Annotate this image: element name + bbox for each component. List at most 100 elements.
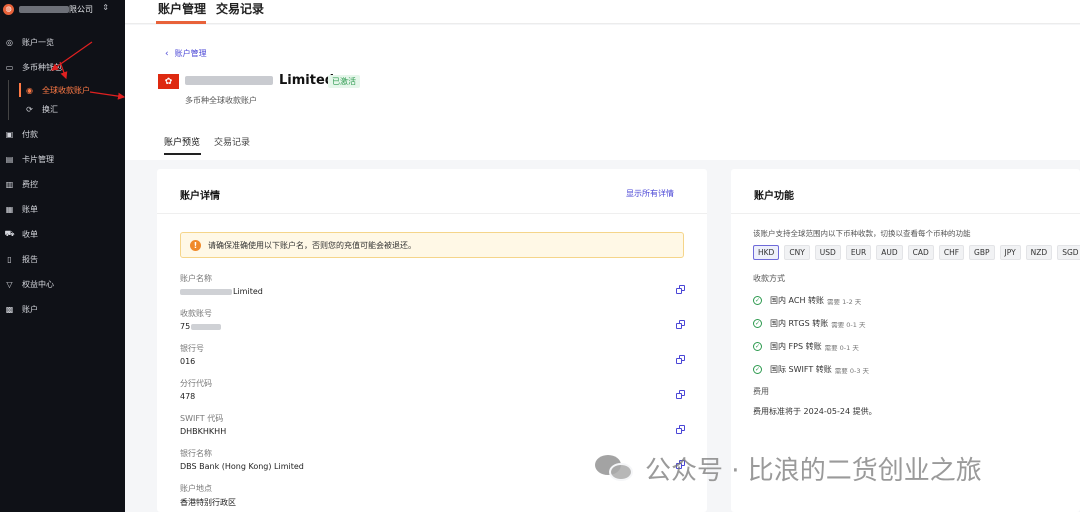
cart-icon: ⛟	[4, 229, 15, 238]
warning-notice: ! 请确保准确使用以下账户名，否则您的充值可能会被退还。	[180, 232, 684, 258]
field-swift-code: SWIFT 代码 DHBKHKHH	[180, 413, 685, 443]
sidebar-item-label: 换汇	[42, 104, 58, 114]
card-icon: ▤	[5, 154, 14, 164]
currency-chip-jpy[interactable]: JPY	[999, 245, 1021, 260]
sidebar-item-payment[interactable]: ▣ 付款	[0, 125, 125, 143]
method-name: 国际 SWIFT 转账	[770, 365, 832, 374]
currency-chip-nzd[interactable]: NZD	[1025, 245, 1053, 260]
details-title: 账户详情	[180, 191, 220, 202]
method-name: 国内 ACH 转账	[770, 296, 825, 305]
sidebar-item-label: 账户一览	[22, 37, 54, 47]
filter-icon: ▽	[6, 279, 13, 289]
sidebar-item-label: 费控	[22, 179, 38, 189]
notice-text: 请确保准确使用以下账户名，否则您的充值可能会被退还。	[208, 240, 416, 250]
tab-inner-transactions[interactable]: 交易记录	[214, 135, 250, 148]
method-eta: 需要 0-1 天	[824, 343, 859, 352]
back-link[interactable]: ‹ 账户管理	[165, 48, 207, 59]
sidebar-item-expense[interactable]: ▥ 费控	[0, 175, 125, 193]
copy-icon[interactable]	[676, 320, 685, 329]
field-label: 银行号	[180, 344, 204, 353]
back-link-label: 账户管理	[174, 49, 207, 58]
check-circle-icon: ✓	[753, 365, 762, 374]
copy-icon[interactable]	[676, 425, 685, 434]
watermark-text: 公众号 · 比浪的二货创业之旅	[645, 455, 982, 486]
sidebar-item-label: 付款	[22, 129, 38, 139]
sidebar-item-cards[interactable]: ▤ 卡片管理	[0, 150, 125, 168]
method-eta: 需要 0-3 天	[834, 366, 870, 375]
payment-icon: ▣	[5, 129, 14, 139]
field-account-number: 收款账号 75	[180, 308, 685, 338]
features-description: 该账户支持全球范围内以下币种收款，切换以查看每个币种的功能	[753, 229, 971, 238]
status-badge: 已激活	[328, 75, 360, 88]
method-ach: ✓ 国内 ACH 转账 需要 1-2 天	[753, 295, 861, 306]
currency-chip-cny[interactable]: CNY	[784, 245, 810, 260]
check-circle-icon: ✓	[753, 342, 762, 351]
field-value-text: 75	[180, 322, 191, 331]
currency-chip-cad[interactable]: CAD	[907, 245, 934, 260]
sidebar-item-account[interactable]: ▩ 账户	[0, 300, 125, 318]
field-branch-code: 分行代码 478	[180, 378, 685, 408]
methods-label: 收款方式	[753, 274, 785, 283]
field-label: 分行代码	[180, 379, 212, 388]
show-all-details-link[interactable]: 显示所有详情	[626, 188, 674, 199]
tab-transactions[interactable]: 交易记录	[216, 0, 264, 17]
method-name: 国内 FPS 转账	[770, 342, 822, 351]
method-name: 国内 RTGS 转账	[770, 319, 829, 328]
watermark: 公众号 · 比浪的二货创业之旅	[595, 448, 982, 488]
field-value: DHBKHKHH	[180, 427, 227, 436]
store-icon: ▩	[5, 304, 14, 314]
org-name: 限公司	[19, 4, 93, 15]
field-value: DBS Bank (Hong Kong) Limited	[180, 462, 304, 471]
tab-account-preview[interactable]: 账户预览	[164, 135, 200, 148]
sidebar-item-label: 卡片管理	[22, 154, 54, 164]
chevron-updown-icon[interactable]: ⇕	[102, 3, 109, 12]
currency-chip-hkd[interactable]: HKD	[753, 245, 780, 260]
field-value: 香港特别行政区	[180, 498, 236, 507]
account-name-suffix: Limited	[279, 73, 335, 88]
masked-account-name	[185, 76, 273, 85]
report-icon: ▯	[7, 254, 12, 264]
field-bank-code: 银行号 016	[180, 343, 685, 373]
masked-value	[180, 288, 232, 295]
sidebar-item-global-account[interactable]: ◉ 全球收款账户	[0, 81, 125, 99]
method-rtgs: ✓ 国内 RTGS 转账 需要 0-1 天	[753, 318, 865, 329]
sidebar-item-label: 多币种钱包	[22, 62, 62, 72]
sidebar-item-exchange[interactable]: ⟳ 换汇	[0, 100, 125, 118]
sidebar-item-benefits[interactable]: ▽ 权益中心	[0, 275, 125, 293]
currency-chip-sgd[interactable]: SGD	[1057, 245, 1080, 260]
copy-icon[interactable]	[676, 390, 685, 399]
expense-icon: ▥	[5, 179, 14, 189]
sidebar-item-label: 收单	[22, 229, 38, 239]
currency-chip-usd[interactable]: USD	[814, 245, 841, 260]
copy-icon[interactable]	[676, 355, 685, 364]
currency-chip-gbp[interactable]: GBP	[969, 245, 995, 260]
divider	[731, 213, 1080, 214]
sidebar-item-label: 全球收款账户	[42, 85, 90, 95]
field-value: Limited	[180, 287, 263, 296]
currency-chip-chf[interactable]: CHF	[938, 245, 965, 260]
tab-account-management[interactable]: 账户管理	[158, 0, 206, 17]
sidebar-item-acquiring[interactable]: ⛟ 收单	[0, 225, 125, 243]
masked-org-name	[19, 5, 69, 13]
currency-chip-eur[interactable]: EUR	[845, 245, 872, 260]
account-subtitle: 多币种全球收款账户	[185, 96, 257, 105]
wechat-icon	[595, 451, 637, 485]
method-fps: ✓ 国内 FPS 转账 需要 0-1 天	[753, 341, 859, 352]
copy-icon[interactable]	[676, 285, 685, 294]
main-content: 账户管理 交易记录 ‹ 账户管理 ✿ Limited 已激活 多币种全球收款账户…	[125, 0, 1080, 512]
sidebar-item-bills[interactable]: ▦ 账单	[0, 200, 125, 218]
field-account-name: 账户名称 Limited	[180, 273, 685, 303]
warning-icon: !	[190, 239, 201, 251]
org-switcher[interactable]: ◍ 限公司 ⇕	[0, 0, 125, 18]
field-label: 收款账号	[180, 309, 212, 318]
sidebar-item-wallet[interactable]: ▭ 多币种钱包	[0, 58, 125, 76]
sidebar-item-reports[interactable]: ▯ 报告	[0, 250, 125, 268]
globe-icon: ◉	[26, 85, 33, 95]
sidebar-item-overview[interactable]: ◎ 账户一览	[0, 33, 125, 51]
account-header: ‹ 账户管理 ✿ Limited 已激活 多币种全球收款账户 账户预览 交易记录	[125, 25, 1080, 160]
sidebar-item-label: 账户	[22, 304, 38, 314]
currency-chip-aud[interactable]: AUD	[876, 245, 903, 260]
field-value: 75	[180, 322, 222, 331]
currency-selector: HKD CNY USD EUR AUD CAD CHF GBP JPY NZD …	[753, 245, 1080, 260]
top-tab-bar: 账户管理 交易记录	[125, 0, 1080, 24]
